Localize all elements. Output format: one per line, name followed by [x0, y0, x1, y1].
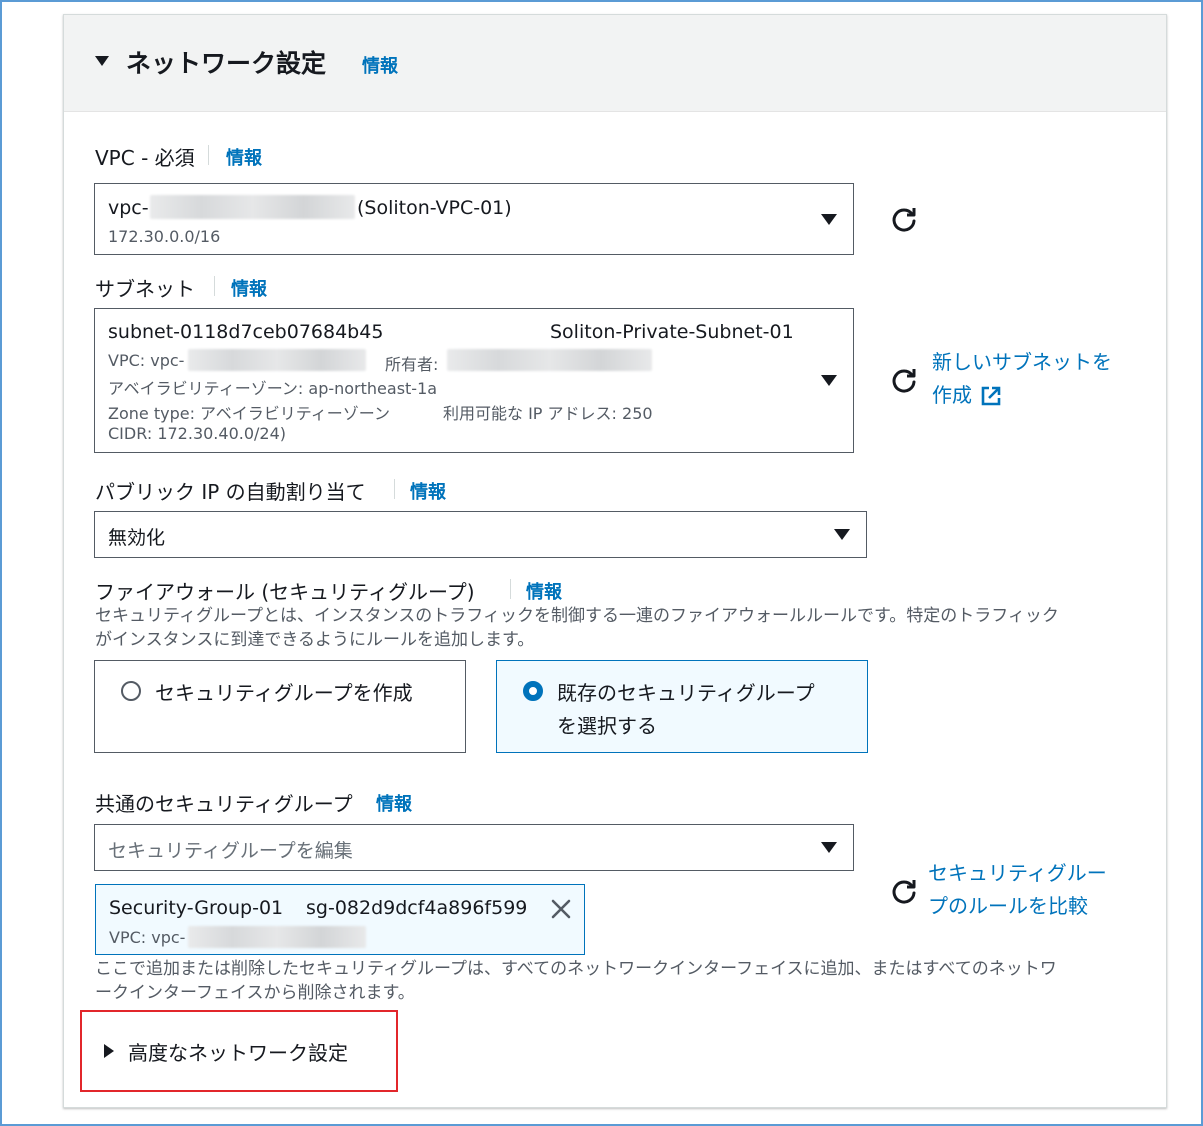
subnet-available-ip: 利用可能な IP アドレス: 250 [443, 404, 653, 423]
create-subnet-link[interactable]: 新しいサブネットを 作成 [932, 346, 1147, 412]
label-separator [510, 579, 511, 599]
public-ip-value: 無効化 [108, 527, 166, 549]
redacted-owner-id [447, 349, 652, 371]
subnet-owner-label: 所有者: [385, 355, 439, 374]
redacted-vpc-id [188, 349, 366, 371]
option-create-security-group[interactable]: セキュリティグループを作成 [94, 660, 466, 753]
vpc-label: VPC - 必須 [95, 146, 195, 170]
radio-button-selected[interactable] [523, 681, 543, 701]
common-sg-label: 共通のセキュリティグループ [95, 792, 353, 816]
vpc-info-link[interactable]: 情報 [226, 144, 262, 170]
token-vpc-prefix: VPC: vpc- [109, 928, 186, 947]
security-group-note-line2: ークインターフェイスから削除されます。 [95, 983, 415, 1003]
security-group-token: Security-Group-01 sg-082d9dcf4a896f599 V… [95, 884, 585, 955]
vpc-name: (Soliton-VPC-01) [357, 197, 512, 219]
close-icon[interactable] [550, 898, 572, 920]
redacted-vpc-id [188, 926, 366, 948]
firewall-info-link[interactable]: 情報 [526, 578, 562, 604]
chevron-down-icon [834, 529, 850, 540]
redacted-vpc-id [150, 195, 355, 219]
subnet-cidr: CIDR: 172.30.40.0/24) [108, 424, 286, 443]
chevron-down-icon [821, 375, 837, 386]
radio-button-unselected[interactable] [121, 681, 141, 701]
firewall-description-line2: がインスタンスに到達できるようにルールを追加します。 [95, 630, 535, 650]
refresh-icon[interactable] [890, 366, 918, 394]
security-group-select[interactable]: セキュリティグループを編集 [94, 824, 854, 871]
highlight-annotation-box [80, 1010, 398, 1092]
public-ip-label: パブリック IP の自動割り当て [95, 480, 366, 504]
security-group-note: ここで追加または削除したセキュリティグループは、すべてのネットワークインターフェ… [95, 957, 1145, 1005]
subnet-label: サブネット [95, 277, 195, 301]
compare-rules-link[interactable]: セキュリティグルー プのルールを比較 [928, 857, 1153, 923]
label-separator [208, 145, 209, 165]
token-sg-name: Security-Group-01 [109, 897, 284, 919]
refresh-icon[interactable] [890, 205, 918, 233]
subnet-vpc-prefix: VPC: vpc- [108, 351, 185, 370]
subnet-zone-type: Zone type: アベイラビリティーゾーン [108, 404, 390, 423]
subnet-id: subnet-0118d7ceb07684b45 [108, 321, 384, 343]
vpc-prefix: vpc- [108, 197, 149, 219]
option-create-label: セキュリティグループを作成 [155, 681, 413, 705]
subnet-az: アベイラビリティーゾーン: ap-northeast-1a [108, 379, 438, 398]
token-sg-id: sg-082d9dcf4a896f599 [306, 897, 528, 919]
option-existing-security-group[interactable]: 既存のセキュリティグループ を選択する [496, 660, 868, 753]
option-existing-line1: 既存のセキュリティグループ [557, 681, 815, 705]
collapse-caret-icon[interactable] [95, 56, 109, 66]
create-subnet-link-line1: 新しいサブネットを [932, 350, 1112, 374]
external-link-icon [981, 386, 1001, 405]
compare-rules-link-line1: セキュリティグルー [928, 861, 1107, 885]
label-separator [394, 479, 395, 499]
public-ip-info-link[interactable]: 情報 [410, 478, 446, 504]
create-subnet-link-line2: 作成 [932, 383, 972, 407]
subnet-select[interactable]: subnet-0118d7ceb07684b45 Soliton-Private… [94, 308, 854, 453]
option-existing-line2: を選択する [557, 714, 657, 738]
label-separator [214, 276, 215, 296]
subnet-info-link[interactable]: 情報 [231, 275, 267, 301]
vpc-cidr: 172.30.0.0/16 [108, 227, 221, 246]
firewall-label: ファイアウォール (セキュリティグループ) [95, 580, 475, 604]
chevron-down-icon [821, 214, 837, 225]
common-sg-info-link[interactable]: 情報 [376, 790, 412, 816]
firewall-description-line1: セキュリティグループとは、インスタンスのトラフィックを制御する一連のファイアウォ… [95, 606, 1059, 626]
subnet-name: Soliton-Private-Subnet-01 [550, 321, 794, 343]
public-ip-select[interactable]: 無効化 [94, 511, 867, 558]
compare-rules-link-line2: プのルールを比較 [928, 894, 1088, 918]
header-info-link[interactable]: 情報 [362, 52, 398, 78]
panel-title: ネットワーク設定 [126, 49, 327, 78]
option-existing-label: 既存のセキュリティグループ を選択する [557, 677, 815, 743]
firewall-description: セキュリティグループとは、インスタンスのトラフィックを制御する一連のファイアウォ… [95, 604, 1145, 652]
refresh-icon[interactable] [890, 877, 918, 905]
chevron-down-icon [821, 842, 837, 853]
security-group-note-line1: ここで追加または削除したセキュリティグループは、すべてのネットワークインターフェ… [95, 959, 1057, 979]
vpc-select[interactable]: vpc- (Soliton-VPC-01) 172.30.0.0/16 [94, 183, 854, 255]
security-group-placeholder: セキュリティグループを編集 [108, 840, 353, 862]
